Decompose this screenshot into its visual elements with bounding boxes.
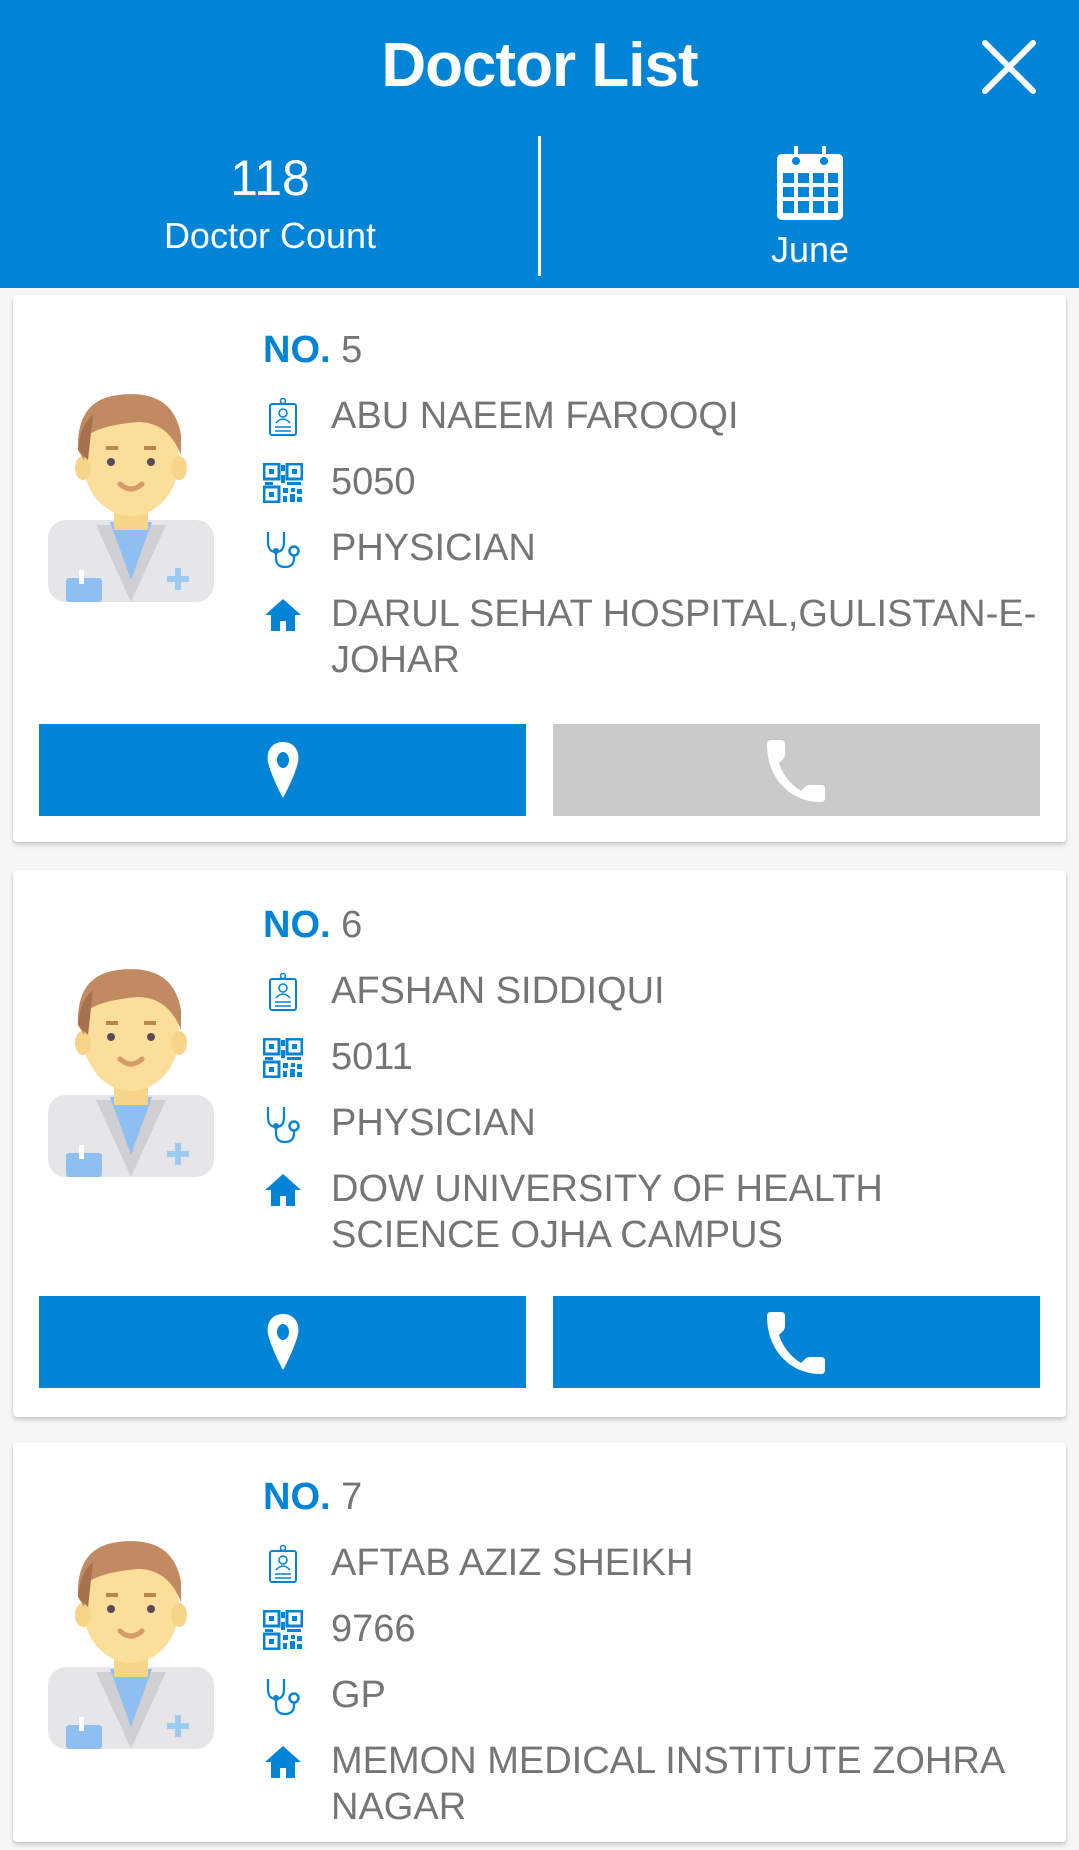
calendar-icon <box>777 146 843 220</box>
stethoscope-icon <box>263 1104 303 1144</box>
close-button[interactable] <box>976 34 1042 100</box>
doctor-specialty-row: GP <box>263 1672 1046 1718</box>
doctor-code: 5011 <box>331 1036 413 1078</box>
home-icon <box>263 1742 303 1782</box>
map-pin-icon <box>263 740 303 800</box>
doctor-address: DOW UNIVERSITY OF HEALTH SCIENCE OJHA CA… <box>331 1168 883 1256</box>
doctor-number-row: NO. 6 <box>263 902 1046 948</box>
card-actions <box>39 724 1041 816</box>
qr-code-icon <box>263 1038 303 1078</box>
doctor-name-row: ABU NAEEM FAROOQI <box>263 393 1046 439</box>
app-header: Doctor List 118 Doctor Count June <box>0 0 1079 288</box>
doctor-number: 6 <box>341 904 363 946</box>
doctor-info: NO. 6 AFSHAN SIDDIQUI 5011 PHYSICIAN DOW… <box>263 902 1046 1278</box>
doctor-specialty: PHYSICIAN <box>331 1102 536 1144</box>
doctor-name-row: AFTAB AZIZ SHEIKH <box>263 1540 1046 1586</box>
stethoscope-icon <box>263 1676 303 1716</box>
doctor-specialty-row: PHYSICIAN <box>263 525 1046 571</box>
doctor-number-row: NO. 7 <box>263 1474 1046 1520</box>
doctor-avatar <box>48 1537 214 1749</box>
doctor-card[interactable]: NO. 6 AFSHAN SIDDIQUI 5011 PHYSICIAN DOW… <box>13 870 1066 1417</box>
doctor-number: 5 <box>341 329 363 371</box>
phone-icon <box>765 738 829 802</box>
month-selector[interactable]: June <box>541 144 1079 272</box>
call-button[interactable] <box>553 1296 1040 1388</box>
home-icon <box>263 1170 303 1210</box>
location-button[interactable] <box>39 1296 526 1388</box>
doctor-number: 7 <box>341 1476 363 1518</box>
doctor-count-stat: 118 Doctor Count <box>0 148 540 258</box>
doctor-code: 5050 <box>331 461 416 503</box>
doctor-number-row: NO. 5 <box>263 327 1046 373</box>
doctor-code-row: 5050 <box>263 459 1046 505</box>
call-button[interactable] <box>553 724 1040 816</box>
number-label: NO. <box>263 904 331 946</box>
phone-icon <box>765 1310 829 1374</box>
doctor-name: ABU NAEEM FAROOQI <box>331 395 739 437</box>
doctor-info: NO. 5 ABU NAEEM FAROOQI 5050 PHYSICIAN D… <box>263 327 1046 703</box>
doctor-code: 9766 <box>331 1608 416 1650</box>
number-label: NO. <box>263 329 331 371</box>
doctor-address-row: DOW UNIVERSITY OF HEALTH SCIENCE OJHA CA… <box>263 1166 1046 1258</box>
location-button[interactable] <box>39 724 526 816</box>
doctor-name: AFTAB AZIZ SHEIKH <box>331 1542 694 1584</box>
id-badge-icon <box>263 397 303 437</box>
doctor-avatar <box>48 390 214 602</box>
doctor-address: MEMON MEDICAL INSTITUTE ZOHRA NAGAR <box>331 1740 1004 1828</box>
card-actions <box>39 1296 1041 1388</box>
doctor-name-row: AFSHAN SIDDIQUI <box>263 968 1046 1014</box>
doctor-avatar <box>48 965 214 1177</box>
doctor-address-row: DARUL SEHAT HOSPITAL,GULISTAN-E-JOHAR <box>263 591 1046 683</box>
doctor-specialty: GP <box>331 1674 386 1716</box>
doctor-specialty: PHYSICIAN <box>331 527 536 569</box>
doctor-card[interactable]: NO. 7 AFTAB AZIZ SHEIKH 9766 GP MEMON ME… <box>13 1442 1066 1842</box>
id-badge-icon <box>263 972 303 1012</box>
id-badge-icon <box>263 1544 303 1584</box>
stethoscope-icon <box>263 529 303 569</box>
doctor-code-row: 5011 <box>263 1034 1046 1080</box>
map-pin-icon <box>263 1312 303 1372</box>
qr-code-icon <box>263 1610 303 1650</box>
doctor-address-row: MEMON MEDICAL INSTITUTE ZOHRA NAGAR <box>263 1738 1046 1830</box>
qr-code-icon <box>263 463 303 503</box>
doctor-specialty-row: PHYSICIAN <box>263 1100 1046 1146</box>
doctor-name: AFSHAN SIDDIQUI <box>331 970 665 1012</box>
doctor-card[interactable]: NO. 5 ABU NAEEM FAROOQI 5050 PHYSICIAN D… <box>13 295 1066 842</box>
number-label: NO. <box>263 1476 331 1518</box>
doctor-code-row: 9766 <box>263 1606 1046 1652</box>
page-title: Doctor List <box>381 31 698 100</box>
doctor-count-value: 118 <box>230 150 310 206</box>
month-label: June <box>770 229 850 270</box>
home-icon <box>263 595 303 635</box>
doctor-address: DARUL SEHAT HOSPITAL,GULISTAN-E-JOHAR <box>331 593 1037 681</box>
close-icon <box>982 40 1036 94</box>
doctor-count-label: Doctor Count <box>163 215 377 256</box>
